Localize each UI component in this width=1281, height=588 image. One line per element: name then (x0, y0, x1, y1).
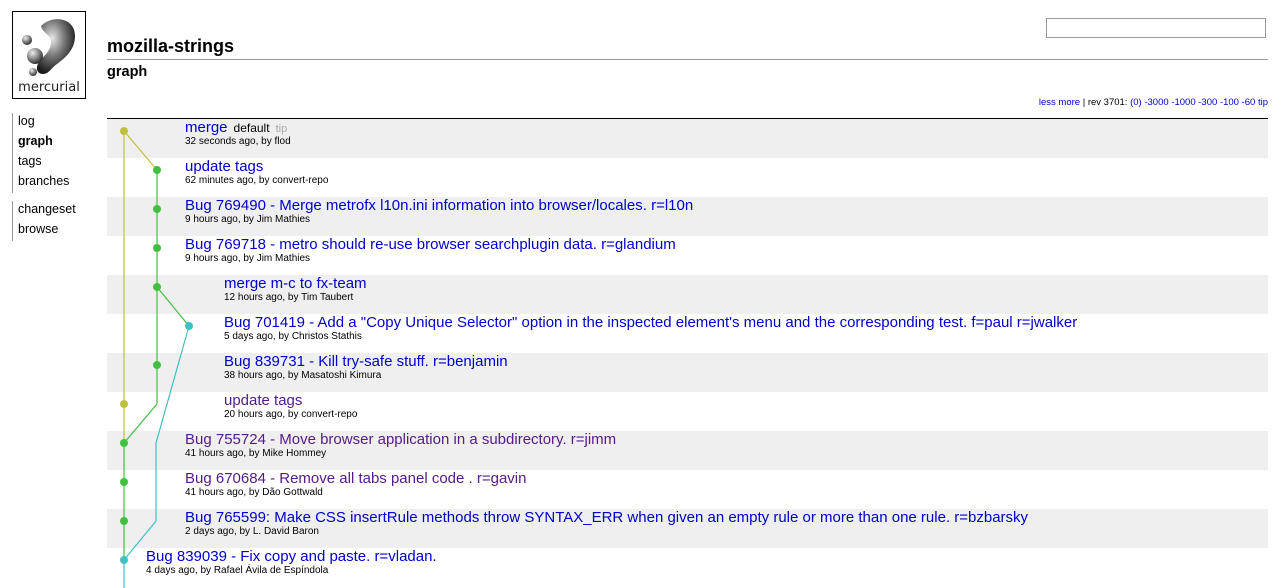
graph-edges (123, 130, 190, 588)
graph-node (153, 244, 161, 252)
changeset-link[interactable]: merge m-c to fx-team (224, 275, 367, 292)
graph-node (120, 478, 128, 486)
graph-node (120, 517, 128, 525)
changeset-meta: 9 hours ago, by Jim Mathies (185, 214, 311, 225)
changeset-link[interactable]: Bug 670684 - Remove all tabs panel code … (185, 470, 526, 487)
graph-node (120, 127, 128, 135)
changeset-link[interactable]: Bug 769490 - Merge metrofx l10n.ini info… (185, 197, 693, 214)
changeset-link[interactable]: Bug 769718 - metro should re-use browser… (185, 236, 676, 253)
changeset-link[interactable]: Bug 839731 - Kill try-safe stuff. r=benj… (224, 353, 508, 370)
changeset-entry: Bug 839039 - Fix copy and paste. r=vlada… (146, 548, 437, 576)
branch-tag: default (233, 121, 270, 135)
changeset-entry: merge default tip 32 seconds ago, by flod (185, 119, 291, 147)
changeset-link[interactable]: Bug 755724 - Move browser application in… (185, 431, 616, 448)
changeset-meta: 9 hours ago, by Jim Mathies (185, 253, 311, 264)
graph-node (153, 205, 161, 213)
changeset-meta: 41 hours ago, by Mike Hommey (185, 448, 327, 459)
changeset-entry: Bug 839731 - Kill try-safe stuff. r=benj… (224, 353, 508, 381)
changeset-meta: 32 seconds ago, by flod (185, 136, 291, 147)
changeset-link[interactable]: merge (185, 119, 228, 136)
changeset-entry: Bug 670684 - Remove all tabs panel code … (185, 470, 526, 498)
changeset-entry: Bug 769718 - metro should re-use browser… (185, 236, 676, 264)
changeset-meta: 20 hours ago, by convert-repo (224, 409, 358, 420)
revision-graph (120, 127, 193, 588)
changeset-entry: Bug 701419 - Add a "Copy Unique Selector… (224, 314, 1077, 342)
changeset-meta: 2 days ago, by L. David Baron (185, 526, 319, 537)
changeset-entry: update tags 20 hours ago, by convert-rep… (224, 392, 357, 420)
graph-node (120, 400, 128, 408)
graph-node (153, 283, 161, 291)
changeset-meta: 5 days ago, by Christos Stathis (224, 331, 362, 342)
tip-tag: tip (275, 123, 288, 135)
changeset-meta: 62 minutes ago, by convert-repo (185, 175, 329, 186)
graph-node (153, 361, 161, 369)
changeset-meta: 12 hours ago, by Tim Taubert (224, 292, 354, 303)
changeset-entry: Bug 769490 - Merge metrofx l10n.ini info… (185, 197, 693, 225)
changeset-entry: Bug 755724 - Move browser application in… (185, 431, 616, 459)
changeset-link[interactable]: update tags (224, 392, 302, 409)
changeset-meta: 4 days ago, by Rafael Ávila de Espíndola (146, 565, 329, 576)
changeset-link[interactable]: update tags (185, 158, 263, 175)
changeset-meta: 38 hours ago, by Masatoshi Kimura (224, 370, 382, 381)
changeset-link[interactable]: Bug 701419 - Add a "Copy Unique Selector… (224, 314, 1077, 331)
changeset-entry: Bug 765599: Make CSS insertRule methods … (185, 509, 1028, 537)
changeset-meta: 41 hours ago, by Dão Gottwald (185, 487, 323, 498)
graph-node (120, 556, 128, 564)
graph-node (120, 439, 128, 447)
changeset-link[interactable]: Bug 765599: Make CSS insertRule methods … (185, 509, 1028, 526)
graph-node (153, 166, 161, 174)
changeset-link[interactable]: Bug 839039 - Fix copy and paste. r=vlada… (146, 548, 437, 565)
changeset-entry: update tags 62 minutes ago, by convert-r… (185, 158, 328, 186)
graph-node (185, 322, 193, 330)
changeset-entry: merge m-c to fx-team 12 hours ago, by Ti… (224, 275, 367, 303)
